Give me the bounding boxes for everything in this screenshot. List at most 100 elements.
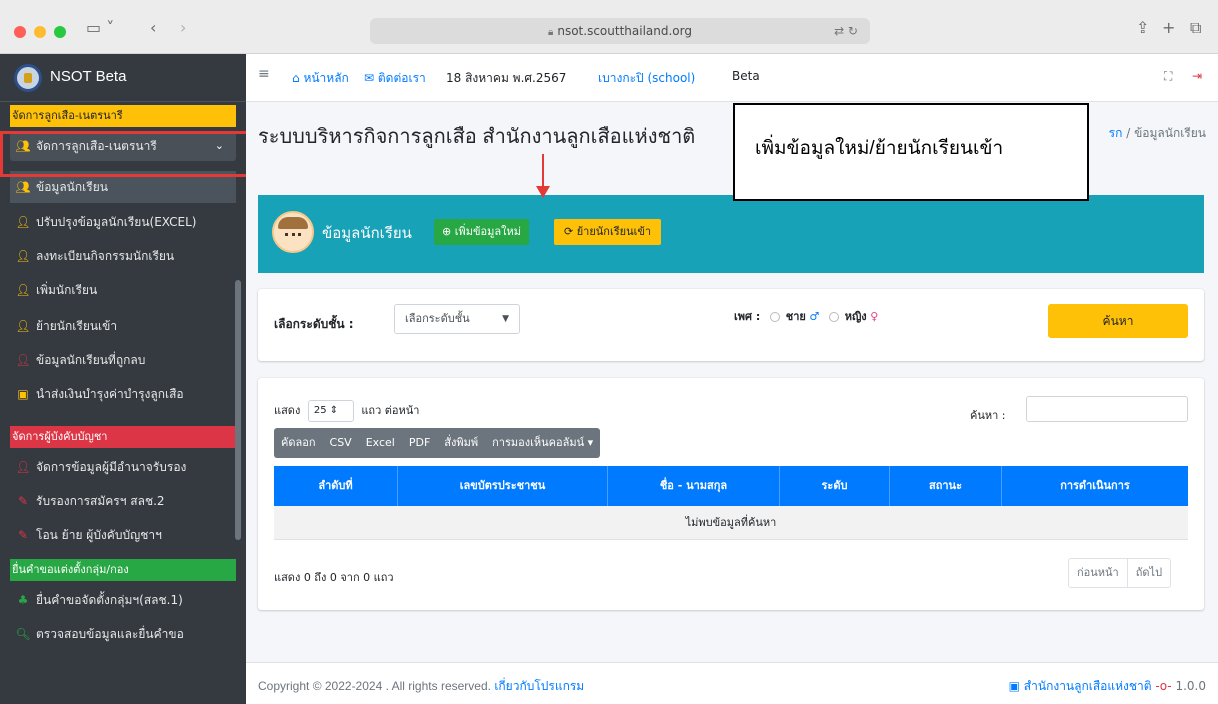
breadcrumb-home[interactable]: รก: [1109, 126, 1123, 140]
brand-name: NSOT Beta: [50, 68, 127, 85]
col-id-card[interactable]: เลขบัตรประชาชน: [398, 466, 608, 506]
sidebar-item-label: จัดการข้อมูลผู้มีอำนาจรับรอง: [36, 460, 187, 474]
column-visibility-button[interactable]: การมองเห็นคอลัมน์ ▾: [485, 428, 600, 458]
sidebar-item-transfer-in[interactable]: 👤︎ ย้ายนักเรียนเข้า: [10, 311, 236, 341]
fullscreen-icon[interactable]: ⛶: [1164, 69, 1172, 84]
col-order[interactable]: ลำดับที่: [274, 466, 398, 506]
sidebar-item-check-submit[interactable]: 🔍︎ ตรวจสอบข้อมูลและยื่นคำขอ: [10, 619, 236, 649]
students-table: ลำดับที่ เลขบัตรประชาชน ชื่อ - นามสกุล ร…: [274, 466, 1188, 540]
col-name[interactable]: ชื่อ - นามสกุล: [608, 466, 780, 506]
scout-logo: [14, 64, 42, 92]
share-icon[interactable]: ⇪: [1136, 18, 1149, 38]
chevron-down-icon: ⌄: [214, 139, 224, 152]
translate-reload-icons[interactable]: ⇄ ↻: [834, 18, 858, 44]
org-link[interactable]: สำนักงานลูกเสือแห่งชาติ: [1024, 679, 1152, 693]
tabs-overview-icon[interactable]: ⧉: [1190, 18, 1201, 38]
scout-avatar: [272, 211, 314, 253]
banner-title: ข้อมูลนักเรียน: [322, 224, 412, 242]
col-actions[interactable]: การดำเนินการ: [1002, 466, 1188, 506]
page-length-select[interactable]: 25 ⇕: [307, 400, 354, 422]
section-commander-management: จัดการผู้บังคับบัญชา: [10, 426, 236, 448]
sidebar-group-scout-management[interactable]: 👥︎ จัดการลูกเสือ-เนตรนารี ⌄: [10, 131, 236, 161]
top-navbar: ≡ ⌂ หน้าหลัก ✉ ติดต่อเรา 18 สิงหาคม พ.ศ.…: [246, 54, 1218, 102]
sidebar-item-student-data[interactable]: 👥︎ ข้อมูลนักเรียน: [10, 171, 236, 203]
copyright-text: Copyright © 2022-2024 . All rights reser…: [258, 679, 491, 693]
nav-home-label: หน้าหลัก: [303, 71, 349, 85]
sidebar-item-update-excel[interactable]: 👤︎ ปรับปรุงข้อมูลนักเรียน(EXCEL): [10, 207, 236, 237]
female-icon: ♀: [870, 310, 879, 323]
export-toolbar: คัดลอก CSV Excel PDF สั่งพิมพ์ การมองเห็…: [274, 428, 601, 458]
sidebar-item-label: ปรับปรุงข้อมูลนักเรียน(EXCEL): [36, 215, 197, 229]
back-icon[interactable]: ‹: [150, 18, 156, 38]
table-card: แสดง 25 ⇕ แถว ต่อหน้า ค้นหา : คัดลอก CSV…: [258, 378, 1204, 610]
sidebar-item-transfer-commander[interactable]: ✎ โอน ย้าย ผู้บังคับบัญชาฯ: [10, 520, 236, 550]
search-button[interactable]: ค้นหา: [1048, 304, 1188, 338]
male-label: ชาย: [785, 310, 806, 323]
brand[interactable]: NSOT Beta: [0, 54, 246, 102]
menu-toggle-icon[interactable]: ≡: [258, 66, 270, 82]
female-radio[interactable]: [828, 312, 839, 322]
sidebar-item-deleted-students[interactable]: 👤︎ ข้อมูลนักเรียนที่ถูกลบ: [10, 345, 236, 375]
sidebar-scrollbar[interactable]: [235, 280, 241, 540]
breadcrumb-separator: /: [1122, 126, 1135, 140]
copy-button[interactable]: คัดลอก: [274, 428, 323, 458]
show-label: แสดง: [274, 404, 301, 417]
version-number: 1.0.0: [1175, 679, 1206, 693]
level-select-value: เลือกระดับชั้น: [405, 312, 470, 325]
search-icon: 🔍︎: [15, 627, 31, 641]
sidebar-toggle-icon[interactable]: ▭ ˅: [86, 18, 114, 38]
home-icon: ⌂: [292, 71, 304, 85]
sidebar-item-authorized-persons[interactable]: 👤︎ จัดการข้อมูลผู้มีอำนาจรับรอง: [10, 452, 236, 482]
next-page-button[interactable]: ถัดไป: [1126, 559, 1170, 587]
sidebar-item-payment[interactable]: ▣ นำส่งเงินบำรุงค่าบำรุงลูกเสือ: [10, 379, 236, 409]
pdf-button[interactable]: PDF: [402, 428, 437, 458]
edit-icon: ✎: [17, 528, 29, 542]
prev-page-button[interactable]: ก่อนหน้า: [1069, 559, 1127, 587]
filter-card: เลือกระดับชั้น : เลือกระดับชั้น ▼ เพศ : …: [258, 289, 1204, 361]
page-length-control: แสดง 25 ⇕ แถว ต่อหน้า: [274, 400, 419, 422]
sidebar-item-label: ตรวจสอบข้อมูลและยื่นคำขอ: [36, 627, 184, 641]
school-name: เบางกะปิ (school): [598, 71, 696, 85]
breadcrumb: รก / ข้อมูลนักเรียน: [1109, 124, 1206, 143]
address-bar[interactable]: 🔒︎ nsot.scoutthailand.org ⇄ ↻: [370, 18, 870, 44]
male-icon: ♂: [809, 310, 823, 323]
sidebar-item-label: ยื่นคำขอจัดตั้งกลุ่มฯ(สลช.1): [36, 593, 183, 607]
nav-contact[interactable]: ✉ ติดต่อเรา: [364, 69, 426, 88]
beta-label: Beta: [732, 69, 760, 83]
sidebar-item-add-student[interactable]: 👤︎ เพิ่มนักเรียน: [10, 275, 236, 305]
user-edit-icon: 👤︎: [15, 215, 31, 229]
logout-icon[interactable]: ⇥: [1192, 69, 1202, 83]
lock-icon: 🔒︎: [548, 27, 554, 38]
transfer-in-button[interactable]: ⟳ ย้ายนักเรียนเข้า: [554, 219, 662, 245]
sidebar-item-group-request[interactable]: ♣ ยื่นคำขอจัดตั้งกลุ่มฯ(สลช.1): [10, 585, 236, 615]
callout-arrow-line: [542, 154, 544, 188]
excel-button[interactable]: Excel: [359, 428, 402, 458]
zoom-window-button[interactable]: [54, 26, 66, 38]
csv-button[interactable]: CSV: [323, 428, 359, 458]
nav-contact-label: ติดต่อเรา: [377, 71, 426, 85]
pagination: ก่อนหน้า ถัดไป: [1068, 558, 1172, 588]
version-icon: -o-: [1155, 679, 1172, 693]
envelope-icon: ✉: [364, 71, 378, 85]
new-tab-icon[interactable]: +: [1162, 18, 1175, 38]
sidebar-item-certify-application[interactable]: ✎ รับรองการสมัครฯ สลช.2: [10, 486, 236, 516]
about-link[interactable]: เกี่ยวกับโปรแกรม: [494, 679, 584, 693]
add-new-button[interactable]: ⊕ เพิ่มข้อมูลใหม่: [434, 219, 529, 245]
level-select[interactable]: เลือกระดับชั้น ▼: [394, 304, 520, 334]
user-check-icon: 👤︎: [15, 249, 31, 263]
forward-icon[interactable]: ›: [180, 18, 186, 38]
caret-down-icon: ▼: [502, 314, 509, 324]
close-window-button[interactable]: [14, 26, 26, 38]
col-status[interactable]: สถานะ: [890, 466, 1002, 506]
table-info: แสดง 0 ถึง 0 จาก 0 แถว: [274, 571, 394, 584]
male-radio[interactable]: [769, 312, 780, 322]
sidebar-item-activity-register[interactable]: 👤︎ ลงทะเบียนกิจกรรมนักเรียน: [10, 241, 236, 271]
money-icon: ▣: [17, 387, 29, 401]
nav-home[interactable]: ⌂ หน้าหลัก: [292, 69, 349, 88]
col-level[interactable]: ระดับ: [780, 466, 890, 506]
browser-toolbar: ▭ ˅ ‹ › 🔒︎ nsot.scoutthailand.org ⇄ ↻ ⇪ +…: [0, 0, 1218, 54]
gender-filter: เพศ : ชาย ♂ หญิง ♀: [734, 307, 878, 325]
minimize-window-button[interactable]: [34, 26, 46, 38]
table-search-input[interactable]: [1026, 396, 1188, 422]
print-button[interactable]: สั่งพิมพ์: [437, 428, 485, 458]
